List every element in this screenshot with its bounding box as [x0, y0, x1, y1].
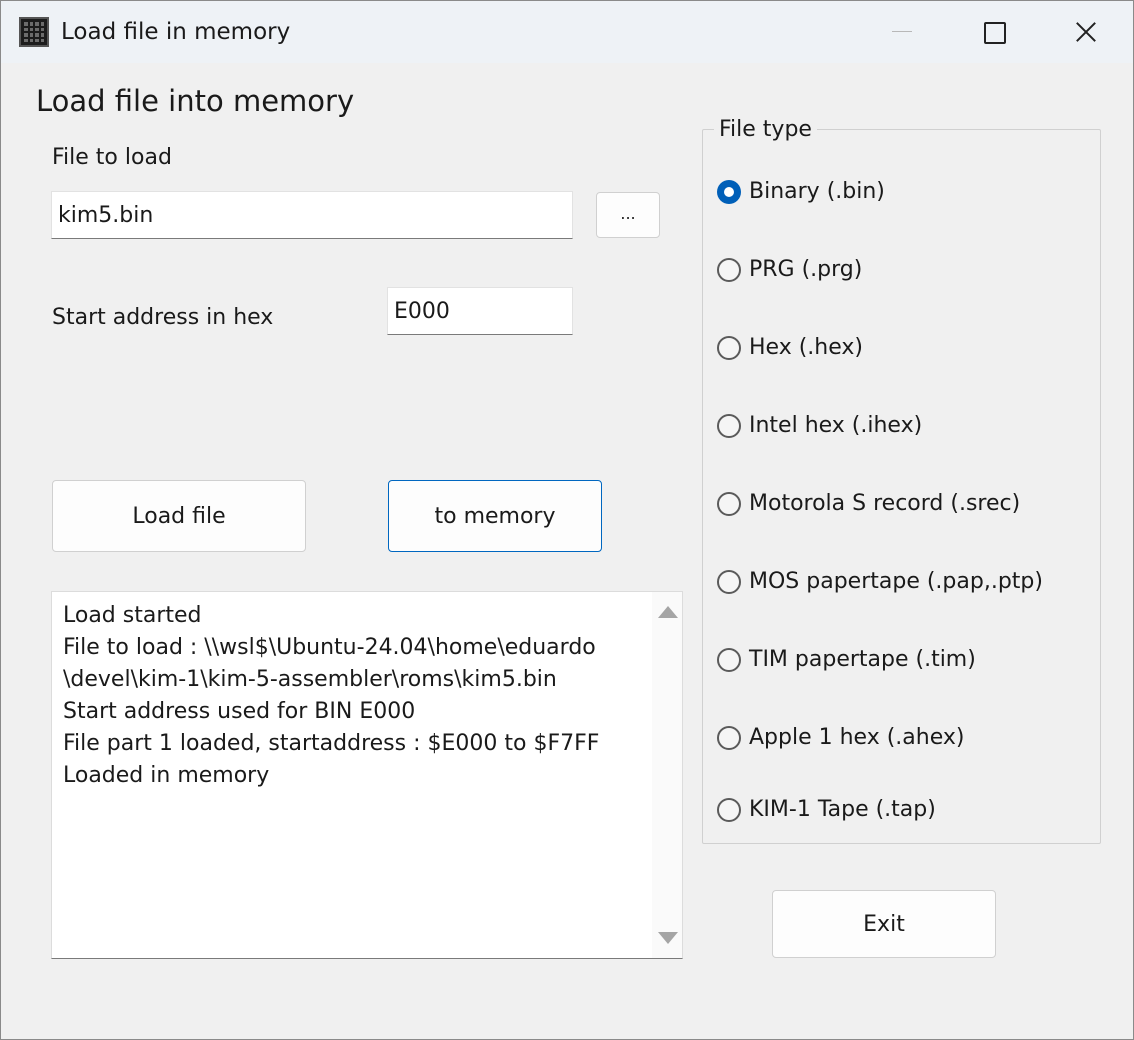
radio-label: Intel hex (.ihex) — [749, 413, 923, 438]
radio-label: Motorola S record (.srec) — [749, 491, 1021, 516]
radio-apple1-hex[interactable]: Apple 1 hex (.ahex) — [717, 725, 964, 750]
radio-label: Hex (.hex) — [749, 335, 863, 360]
browse-button[interactable]: ... — [596, 192, 660, 238]
load-file-button[interactable]: Load file — [52, 480, 306, 552]
log-lines: Load started File to load : \\wsl$\Ubunt… — [63, 600, 643, 792]
file-path-input[interactable] — [51, 191, 573, 239]
radio-motorola-srec[interactable]: Motorola S record (.srec) — [717, 491, 1020, 516]
start-address-label: Start address in hex — [52, 305, 274, 330]
log-output[interactable]: Load started File to load : \\wsl$\Ubunt… — [51, 591, 683, 959]
radio-button-icon[interactable] — [717, 257, 741, 282]
radio-label: Binary (.bin) — [749, 179, 885, 204]
radio-tim-papertape[interactable]: TIM papertape (.tim) — [717, 647, 976, 672]
radio-prg[interactable]: PRG (.prg) — [717, 257, 862, 282]
scroll-down-arrow-icon[interactable] — [658, 932, 678, 944]
file-to-load-label: File to load — [52, 145, 172, 170]
radio-mos-papertape[interactable]: MOS papertape (.pap,.ptp) — [717, 569, 1043, 594]
radio-label: PRG (.prg) — [749, 257, 863, 282]
window-title: Load file in memory — [61, 19, 291, 45]
radio-label: TIM papertape (.tim) — [749, 647, 976, 672]
log-line: Load started — [63, 603, 202, 628]
log-line: File to load : \\wsl$\Ubuntu-24.04\home\… — [63, 635, 596, 660]
title-bar[interactable]: Load file in memory — [1, 1, 1133, 63]
log-line: Start address used for BIN E000 — [63, 699, 416, 724]
load-file-window: Load file in memory Load file into memor… — [0, 0, 1134, 1040]
minimize-button[interactable] — [858, 1, 948, 63]
scroll-up-arrow-icon[interactable] — [658, 606, 678, 618]
log-line: File part 1 loaded, startaddress : $E000… — [63, 731, 600, 756]
radio-kim1-tape[interactable]: KIM-1 Tape (.tap) — [717, 797, 936, 822]
radio-button-icon[interactable] — [717, 491, 741, 516]
file-type-title: File type — [714, 117, 817, 142]
radio-button-icon[interactable] — [717, 179, 741, 204]
log-line: \devel\kim-1\kim-5-assembler\roms\kim5.b… — [63, 667, 557, 692]
maximize-button[interactable] — [949, 1, 1039, 63]
radio-button-icon[interactable] — [717, 647, 741, 672]
radio-intel-hex[interactable]: Intel hex (.ihex) — [717, 413, 922, 438]
radio-button-icon[interactable] — [717, 413, 741, 438]
close-button[interactable] — [1041, 1, 1131, 63]
start-address-input[interactable] — [387, 287, 573, 335]
radio-button-icon[interactable] — [717, 335, 741, 360]
radio-button-icon[interactable] — [717, 569, 741, 594]
log-line: Loaded in memory — [63, 763, 270, 788]
radio-label: Apple 1 hex (.ahex) — [749, 725, 965, 750]
radio-hex[interactable]: Hex (.hex) — [717, 335, 863, 360]
radio-button-icon[interactable] — [717, 725, 741, 750]
to-memory-button[interactable]: to memory — [388, 480, 602, 552]
radio-label: MOS papertape (.pap,.ptp) — [749, 569, 1043, 594]
radio-button-icon[interactable] — [717, 797, 741, 822]
app-icon — [19, 17, 49, 47]
exit-button[interactable]: Exit — [772, 890, 996, 958]
page-heading: Load file into memory — [36, 84, 355, 118]
radio-label: KIM-1 Tape (.tap) — [749, 797, 936, 822]
radio-binary[interactable]: Binary (.bin) — [717, 179, 885, 204]
log-scrollbar[interactable] — [652, 592, 682, 958]
